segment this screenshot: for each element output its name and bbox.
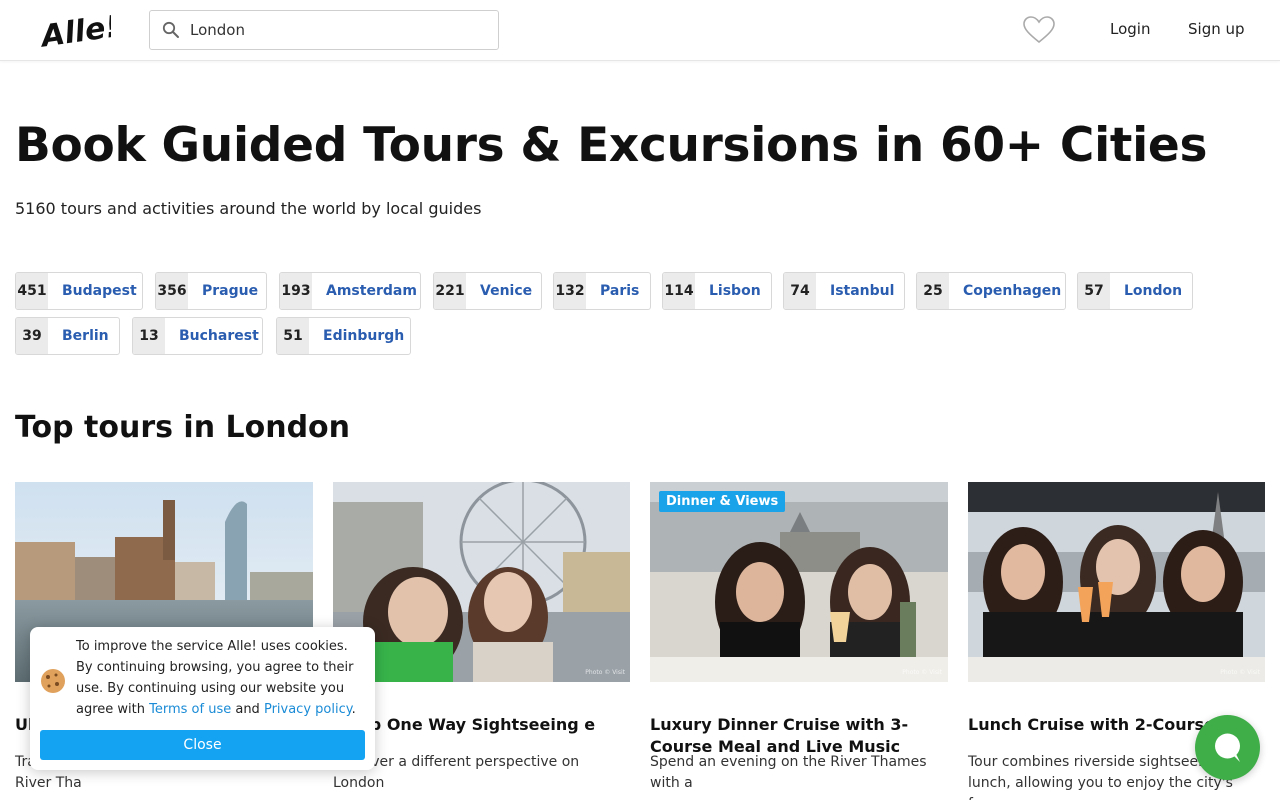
city-count: 57 — [1078, 273, 1110, 309]
site-header: Alle! Login Sign up — [0, 0, 1280, 61]
city-chip-edinburgh[interactable]: 51 Edinburgh — [276, 317, 411, 355]
page-subtitle: 5160 tours and activities around the wor… — [15, 199, 482, 218]
city-count: 39 — [16, 318, 48, 354]
tour-image[interactable]: Dinner & Views Photo © Visit — [650, 482, 948, 682]
city-name: Prague — [202, 283, 259, 299]
city-name: Paris — [600, 283, 640, 299]
search-input[interactable] — [190, 11, 490, 49]
city-chip-berlin[interactable]: 39 Berlin — [15, 317, 120, 355]
tour-badge: Dinner & Views — [659, 491, 786, 512]
terms-link[interactable]: Terms of use — [149, 702, 231, 717]
cookie-end: . — [351, 702, 356, 717]
search-icon — [162, 21, 179, 38]
city-name: Bucharest — [179, 328, 259, 344]
cookie-close-button[interactable]: Close — [40, 730, 365, 760]
city-count: 25 — [917, 273, 949, 309]
tour-description: Discover a different perspective on Lond… — [333, 754, 580, 791]
page-title: Book Guided Tours & Excursions in 60+ Ci… — [15, 118, 1208, 173]
city-count: 221 — [434, 273, 466, 309]
city-name: Amsterdam — [326, 283, 417, 299]
cookie-and: and — [231, 702, 264, 717]
cookie-banner: To improve the service Alle! uses cookie… — [30, 627, 375, 770]
search-box[interactable] — [149, 10, 499, 50]
alle-logo[interactable]: Alle! — [39, 8, 111, 52]
city-chip-london[interactable]: 57 London — [1077, 272, 1193, 310]
city-name: Istanbul — [830, 283, 895, 299]
city-chip-copenhagen[interactable]: 25 Copenhagen — [916, 272, 1066, 310]
cookie-message: To improve the service Alle! uses cookie… — [76, 636, 366, 720]
photo-credit: Photo © Visit — [585, 669, 625, 676]
city-chip-budapest[interactable]: 451 Budapest — [15, 272, 143, 310]
tour-image[interactable]: Photo © Visit — [333, 482, 631, 682]
city-name: London — [1124, 283, 1183, 299]
city-count: 74 — [784, 273, 816, 309]
chat-button[interactable] — [1195, 715, 1260, 780]
tour-description: Spend an evening on the River Thames wit… — [650, 754, 927, 791]
city-name: Copenhagen — [963, 283, 1062, 299]
city-count: 13 — [133, 318, 165, 354]
tour-title[interactable]: -Stop One Way Sightseeing e — [333, 714, 631, 736]
city-name: Edinburgh — [323, 328, 405, 344]
login-link[interactable]: Login — [1110, 20, 1150, 38]
city-name: Venice — [480, 283, 533, 299]
section-title: Top tours in London — [15, 410, 351, 445]
city-count: 451 — [16, 273, 48, 309]
tour-card[interactable]: Dinner & Views Photo © Visit Luxury Dinn… — [650, 482, 948, 800]
privacy-link[interactable]: Privacy policy — [264, 702, 352, 717]
signup-link[interactable]: Sign up — [1188, 20, 1245, 38]
city-name: Lisbon — [709, 283, 761, 299]
svg-text:Alle!: Alle! — [39, 9, 111, 52]
city-chip-prague[interactable]: 356 Prague — [155, 272, 267, 310]
city-chip-paris[interactable]: 132 Paris — [553, 272, 651, 310]
chat-icon — [1215, 733, 1240, 762]
tour-image[interactable]: Photo © Visit — [968, 482, 1266, 682]
city-count: 193 — [280, 273, 312, 309]
city-name: Berlin — [62, 328, 109, 344]
city-chip-amsterdam[interactable]: 193 Amsterdam — [279, 272, 421, 310]
city-name: Budapest — [62, 283, 137, 299]
city-count: 356 — [156, 273, 188, 309]
tour-card[interactable]: Photo © Visit -Stop One Way Sightseeing … — [333, 482, 631, 800]
photo-credit: Photo © Visit — [902, 669, 942, 676]
city-count: 51 — [277, 318, 309, 354]
cookie-icon — [41, 669, 65, 693]
city-chip-venice[interactable]: 221 Venice — [433, 272, 542, 310]
city-chip-bucharest[interactable]: 13 Bucharest — [132, 317, 263, 355]
city-chip-lisbon[interactable]: 114 Lisbon — [662, 272, 772, 310]
city-count: 114 — [663, 273, 695, 309]
city-count: 132 — [554, 273, 586, 309]
heart-icon[interactable] — [1023, 16, 1055, 44]
photo-credit: Photo © Visit — [1220, 669, 1260, 676]
city-chip-istanbul[interactable]: 74 Istanbul — [783, 272, 905, 310]
